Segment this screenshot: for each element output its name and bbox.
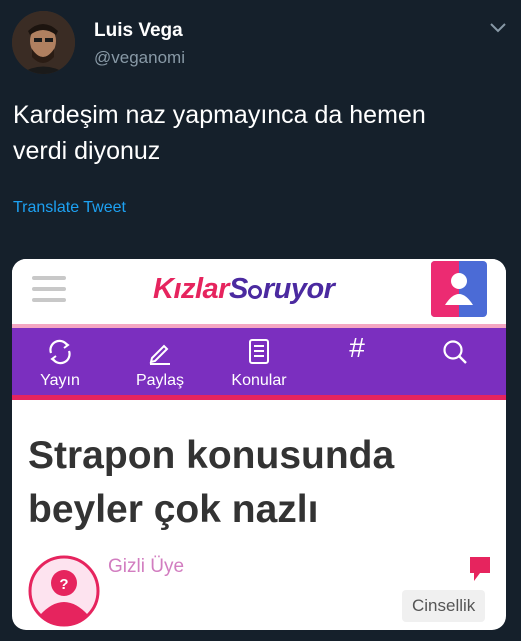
display-name[interactable]: Luis Vega — [94, 20, 183, 42]
hamburger-menu-icon[interactable] — [32, 275, 66, 305]
search-icon — [443, 340, 467, 364]
tweet-text-line: verdi diyonuz — [13, 137, 161, 165]
list-icon — [249, 339, 269, 364]
nav-item-konular[interactable]: Konular — [224, 328, 294, 395]
refresh-icon — [49, 339, 71, 365]
nav-divider — [12, 395, 506, 400]
user-handle[interactable]: @veganomi — [94, 48, 185, 68]
pencil-icon — [149, 344, 170, 365]
logo-o-icon — [247, 285, 262, 299]
nav-item-yayin[interactable]: Yayın — [30, 328, 90, 395]
author-name[interactable]: Gizli Üye — [108, 556, 184, 578]
site-nav: Yayın Paylaş Konular # — [12, 328, 506, 395]
nav-item-paylas[interactable]: Paylaş — [125, 328, 195, 395]
question-title-line: beyler çok nazlı — [28, 488, 319, 531]
translate-tweet-link[interactable]: Translate Tweet — [13, 199, 126, 217]
user-avatar[interactable] — [12, 11, 75, 74]
user-profile-icon[interactable] — [431, 261, 487, 317]
svg-text:?: ? — [59, 576, 68, 593]
report-flag-icon[interactable] — [468, 555, 492, 583]
anonymous-user-icon[interactable]: ? — [28, 555, 100, 627]
question-title-line: Strapon konusunda — [28, 434, 395, 477]
nav-label: Paylaş — [135, 372, 185, 389]
nav-label: Konular — [231, 372, 287, 389]
tweet-text-line: Kardeşim naz yapmayınca da hemen — [13, 101, 426, 129]
site-logo: KızlarS ruyor — [153, 273, 335, 306]
tweet-text: Kardeşim naz yapmayınca da hemen verdi d… — [13, 97, 508, 169]
logo-text-part: ruyor — [262, 273, 335, 305]
hashtag-icon: # — [349, 332, 365, 363]
avatar-photo — [12, 11, 75, 74]
attached-image-card[interactable]: KızlarS ruyor Yayın Paylaş Konular # Str… — [12, 259, 506, 630]
logo-text-part: S — [228, 273, 248, 305]
question-title[interactable]: Strapon konusunda beyler çok nazlı — [28, 429, 498, 537]
site-header: KızlarS ruyor — [12, 259, 506, 326]
logo-text-part: Kızlar — [153, 273, 229, 305]
nav-item-search[interactable] — [430, 328, 480, 395]
nav-item-hashtag[interactable]: # — [332, 328, 382, 395]
category-tag[interactable]: Cinsellik — [402, 590, 486, 622]
nav-label: Yayın — [40, 372, 80, 389]
tweet: Luis Vega @veganomi Kardeşim naz yapmayı… — [0, 0, 521, 641]
chevron-down-icon[interactable] — [489, 22, 507, 34]
